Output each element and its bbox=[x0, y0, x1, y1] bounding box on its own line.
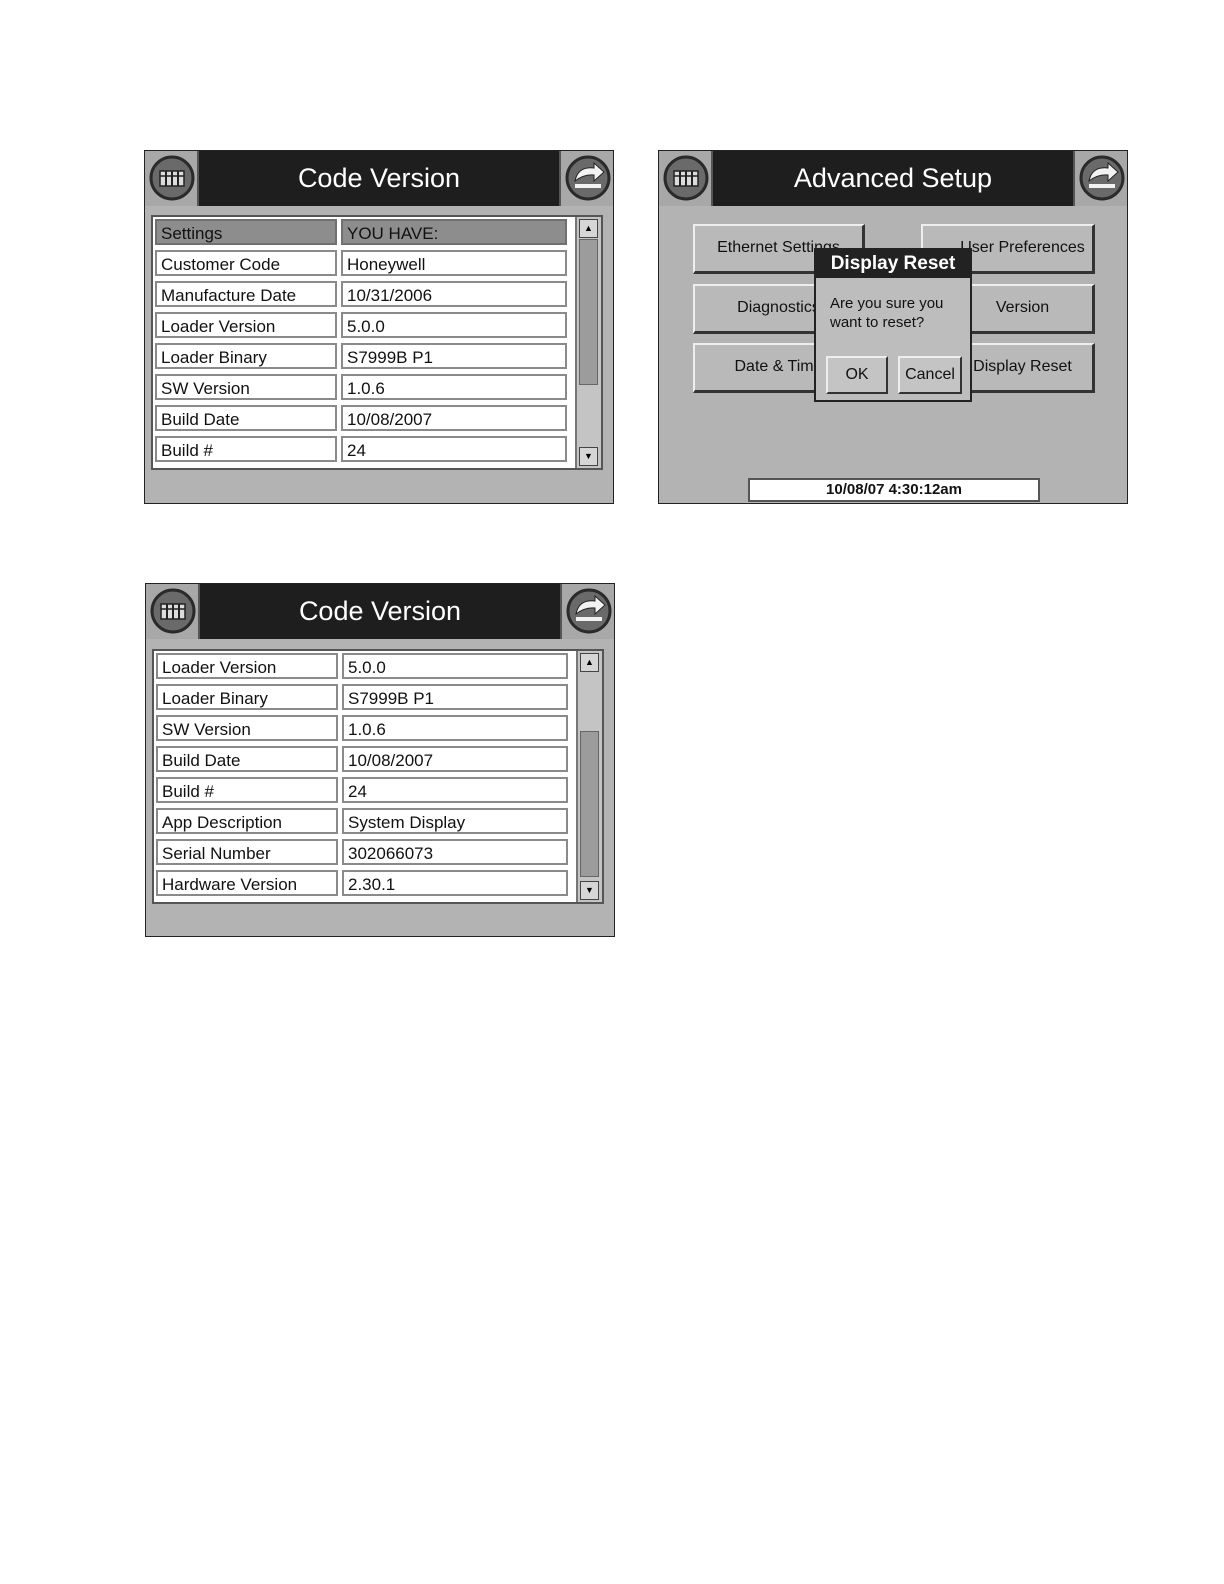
button-label: User Preferences bbox=[960, 239, 1085, 256]
back-button[interactable] bbox=[560, 584, 614, 639]
row-label: Loader Binary bbox=[156, 684, 338, 710]
scroll-thumb[interactable] bbox=[579, 239, 598, 385]
back-arrow-icon bbox=[566, 588, 612, 634]
vertical-scrollbar[interactable]: ▲ ▼ bbox=[575, 217, 601, 468]
table-row: Build Date 10/08/2007 bbox=[154, 744, 572, 775]
scroll-down-button[interactable]: ▼ bbox=[579, 447, 598, 466]
title-bar: Code Version bbox=[145, 151, 613, 206]
row-label: Loader Binary bbox=[155, 343, 337, 369]
row-value: 2.30.1 bbox=[342, 870, 568, 896]
table-row: Build # 24 bbox=[154, 775, 572, 806]
column-header-you-have: YOU HAVE: bbox=[341, 219, 567, 245]
table-row: Hardware Version 2.30.1 bbox=[154, 868, 572, 899]
row-value: 302066073 bbox=[342, 839, 568, 865]
scroll-up-button[interactable]: ▲ bbox=[580, 653, 599, 672]
table-row: App Description System Display bbox=[154, 806, 572, 837]
scroll-up-button[interactable]: ▲ bbox=[579, 219, 598, 238]
table-row: SW Version 1.0.6 bbox=[154, 713, 572, 744]
button-label: Diagnostics bbox=[737, 299, 820, 316]
ok-button[interactable]: OK bbox=[826, 356, 888, 394]
triangle-down-icon: ▼ bbox=[585, 885, 594, 895]
row-value: Honeywell bbox=[341, 250, 567, 276]
home-button[interactable] bbox=[659, 151, 713, 206]
row-value: 10/08/2007 bbox=[341, 405, 567, 431]
page-title: Advanced Setup bbox=[793, 163, 993, 193]
title-bar: Code Version bbox=[146, 584, 614, 639]
back-arrow-icon bbox=[565, 155, 611, 201]
row-label: Manufacture Date bbox=[155, 281, 337, 307]
title-bar: Advanced Setup bbox=[659, 151, 1127, 206]
row-value: 10/08/2007 bbox=[342, 746, 568, 772]
home-icon bbox=[150, 588, 196, 634]
home-icon bbox=[149, 155, 195, 201]
row-label: Build # bbox=[155, 436, 337, 462]
row-value: 24 bbox=[341, 436, 567, 462]
home-icon bbox=[663, 155, 709, 201]
scroll-thumb[interactable] bbox=[580, 731, 599, 877]
row-value: S7999B P1 bbox=[342, 684, 568, 710]
table-row: Customer Code Honeywell bbox=[153, 248, 571, 279]
row-value: 1.0.6 bbox=[342, 715, 568, 741]
display-reset-dialog: Display Reset Are you sure you want to r… bbox=[814, 248, 972, 402]
triangle-up-icon: ▲ bbox=[584, 223, 593, 233]
table-row: Loader Version 5.0.0 bbox=[154, 651, 572, 682]
table-header-row: Settings YOU HAVE: bbox=[153, 217, 571, 248]
back-arrow-icon bbox=[1079, 155, 1125, 201]
back-button[interactable] bbox=[559, 151, 613, 206]
row-value: 5.0.0 bbox=[341, 312, 567, 338]
button-label: Version bbox=[995, 299, 1050, 316]
row-label: SW Version bbox=[156, 715, 338, 741]
code-version-screen-1: Code Version Settings YOU HAVE: Customer… bbox=[144, 150, 614, 504]
row-value: 10/31/2006 bbox=[341, 281, 567, 307]
row-value: 24 bbox=[342, 777, 568, 803]
vertical-scrollbar[interactable]: ▲ ▼ bbox=[576, 651, 602, 902]
scroll-down-button[interactable]: ▼ bbox=[580, 881, 599, 900]
home-button[interactable] bbox=[145, 151, 199, 206]
row-label: SW Version bbox=[155, 374, 337, 400]
page-title: Code Version bbox=[298, 596, 462, 626]
row-value: 1.0.6 bbox=[341, 374, 567, 400]
table-row: Loader Binary S7999B P1 bbox=[154, 682, 572, 713]
row-label: Build Date bbox=[155, 405, 337, 431]
row-label: Loader Version bbox=[155, 312, 337, 338]
table-row: SW Version 1.0.6 bbox=[153, 372, 571, 403]
advanced-setup-screen: Advanced Setup Ethernet Settings User Pr… bbox=[658, 150, 1128, 504]
row-value: S7999B P1 bbox=[341, 343, 567, 369]
cancel-button[interactable]: Cancel bbox=[898, 356, 962, 394]
dialog-message: Are you sure you want to reset? bbox=[830, 295, 944, 331]
table-row: Build Date 10/08/2007 bbox=[153, 403, 571, 434]
column-header-settings: Settings bbox=[155, 219, 337, 245]
back-button[interactable] bbox=[1073, 151, 1127, 206]
code-version-screen-2: Code Version Loader Version 5.0.0 Loader… bbox=[145, 583, 615, 937]
row-value: 5.0.0 bbox=[342, 653, 568, 679]
row-label: Build # bbox=[156, 777, 338, 803]
triangle-up-icon: ▲ bbox=[585, 657, 594, 667]
table-row: Loader Version 5.0.0 bbox=[153, 310, 571, 341]
row-label: Serial Number bbox=[156, 839, 338, 865]
page-title: Code Version bbox=[297, 163, 461, 193]
home-button[interactable] bbox=[146, 584, 200, 639]
table-row: Manufacture Date 10/31/2006 bbox=[153, 279, 571, 310]
table-row: Loader Binary S7999B P1 bbox=[153, 341, 571, 372]
table-row: Serial Number 302066073 bbox=[154, 837, 572, 868]
clock-display: 10/08/07 4:30:12am bbox=[748, 478, 1040, 502]
row-label: Loader Version bbox=[156, 653, 338, 679]
row-label: Customer Code bbox=[155, 250, 337, 276]
settings-table: Loader Version 5.0.0 Loader Binary S7999… bbox=[152, 649, 604, 904]
triangle-down-icon: ▼ bbox=[584, 451, 593, 461]
row-label: Hardware Version bbox=[156, 870, 338, 896]
settings-table: Settings YOU HAVE: Customer Code Honeywe… bbox=[151, 215, 603, 470]
button-label: Display Reset bbox=[973, 358, 1072, 375]
row-label: Build Date bbox=[156, 746, 338, 772]
row-value: System Display bbox=[342, 808, 568, 834]
button-label: Date & Time bbox=[734, 358, 823, 375]
table-row: Build # 24 bbox=[153, 434, 571, 465]
row-label: App Description bbox=[156, 808, 338, 834]
dialog-title: Display Reset bbox=[816, 250, 970, 278]
